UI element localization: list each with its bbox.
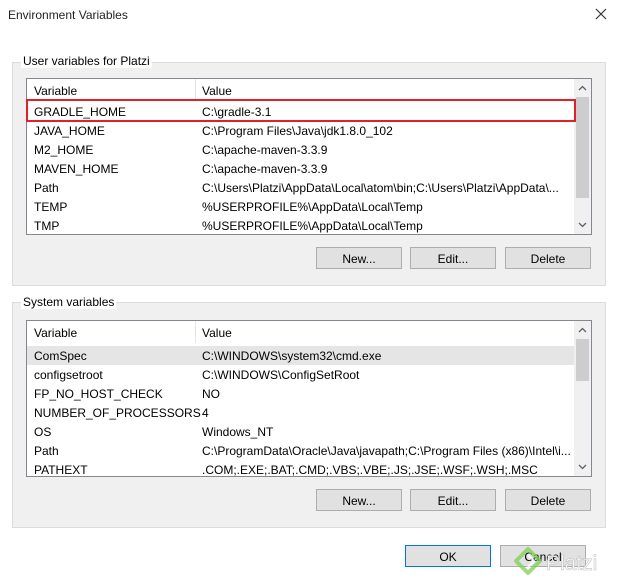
variable-name: JAVA_HOME (34, 124, 105, 138)
table-row[interactable]: NUMBER_OF_PROCESSORS 4 (27, 403, 591, 422)
column-header-value[interactable]: Value (202, 84, 232, 98)
vertical-scrollbar[interactable] (574, 79, 591, 234)
variable-name: Path (34, 181, 59, 195)
variable-value: %USERPROFILE%\AppData\Local\Temp (202, 200, 423, 214)
table-row[interactable]: JAVA_HOME C:\Program Files\Java\jdk1.8.0… (27, 121, 591, 140)
user-new-button[interactable]: New... (316, 247, 402, 269)
table-row[interactable]: ComSpec C:\WINDOWS\system32\cmd.exe (27, 346, 591, 365)
variable-name: PATHEXT (34, 463, 88, 477)
system-variables-list[interactable]: Variable Value ComSpec C:\WINDOWS\system… (26, 320, 592, 477)
user-edit-button[interactable]: Edit... (410, 247, 496, 269)
dialog-title: Environment Variables (8, 8, 128, 22)
variable-value: %USERPROFILE%\AppData\Local\Temp (202, 219, 423, 233)
scroll-up-arrow-icon[interactable] (578, 84, 587, 93)
user-delete-button[interactable]: Delete (505, 247, 591, 269)
variable-value: NO (202, 387, 220, 401)
variable-name: FP_NO_HOST_CHECK (34, 387, 163, 401)
list-header: Variable Value (27, 79, 591, 101)
variable-name: configsetroot (34, 368, 103, 382)
scroll-down-arrow-icon[interactable] (578, 462, 587, 471)
variable-value: C:\Program Files\Java\jdk1.8.0_102 (202, 124, 393, 138)
vertical-scrollbar[interactable] (574, 321, 591, 476)
table-row[interactable]: configsetroot C:\WINDOWS\ConfigSetRoot (27, 365, 591, 384)
table-row[interactable]: M2_HOME C:\apache-maven-3.3.9 (27, 140, 591, 159)
table-row[interactable]: MAVEN_HOME C:\apache-maven-3.3.9 (27, 159, 591, 178)
variable-value: 4 (202, 406, 209, 420)
table-row[interactable]: Path C:\Users\Platzi\AppData\Local\atom\… (27, 178, 591, 197)
highlight-box (26, 99, 576, 122)
variable-value: C:\apache-maven-3.3.9 (202, 143, 328, 157)
table-row[interactable]: PATHEXT .COM;.EXE;.BAT;.CMD;.VBS;.VBE;.J… (27, 460, 591, 477)
column-header-variable[interactable]: Variable (34, 84, 77, 98)
variable-name: OS (34, 425, 52, 439)
variable-name: MAVEN_HOME (34, 162, 119, 176)
table-row[interactable]: TEMP %USERPROFILE%\AppData\Local\Temp (27, 197, 591, 216)
variable-name: ComSpec (34, 349, 87, 363)
scrollbar-thumb[interactable] (576, 339, 589, 381)
column-header-value[interactable]: Value (202, 326, 232, 340)
system-delete-button[interactable]: Delete (505, 489, 591, 511)
variable-name: TMP (34, 219, 60, 233)
scrollbar-thumb[interactable] (576, 97, 589, 198)
variable-name: Path (34, 444, 59, 458)
system-edit-button[interactable]: Edit... (410, 489, 496, 511)
variable-value: C:\apache-maven-3.3.9 (202, 162, 328, 176)
scroll-up-arrow-icon[interactable] (578, 326, 587, 335)
variable-value: C:\Users\Platzi\AppData\Local\atom\bin;C… (202, 181, 559, 195)
table-row[interactable]: Path C:\ProgramData\Oracle\Java\javapath… (27, 441, 591, 460)
table-row[interactable]: OS Windows_NT (27, 422, 591, 441)
column-header-variable[interactable]: Variable (34, 326, 77, 340)
table-row[interactable]: FP_NO_HOST_CHECK NO (27, 384, 591, 403)
platzi-logo-watermark: Platzi (514, 547, 598, 575)
variable-value: Windows_NT (202, 425, 274, 439)
close-icon[interactable] (591, 4, 611, 24)
table-row[interactable]: TMP %USERPROFILE%\AppData\Local\Temp (27, 216, 591, 234)
variable-name: NUMBER_OF_PROCESSORS (34, 406, 201, 420)
variable-value: .COM;.EXE;.BAT;.CMD;.VBS;.VBE;.JS;.JSE;.… (202, 463, 538, 477)
system-variables-label: System variables (21, 295, 117, 309)
ok-button[interactable]: OK (405, 545, 491, 567)
list-header: Variable Value (27, 321, 591, 343)
system-new-button[interactable]: New... (316, 489, 402, 511)
variable-name: M2_HOME (34, 143, 94, 157)
variable-value: C:\WINDOWS\system32\cmd.exe (202, 349, 382, 363)
watermark-text: Platzi (546, 552, 597, 575)
user-variables-label: User variables for Platzi (21, 54, 152, 68)
variable-value: C:\WINDOWS\ConfigSetRoot (202, 368, 360, 382)
scroll-down-arrow-icon[interactable] (578, 220, 587, 229)
variable-name: TEMP (34, 200, 68, 214)
variable-value: C:\ProgramData\Oracle\Java\javapath;C:\P… (202, 444, 571, 458)
